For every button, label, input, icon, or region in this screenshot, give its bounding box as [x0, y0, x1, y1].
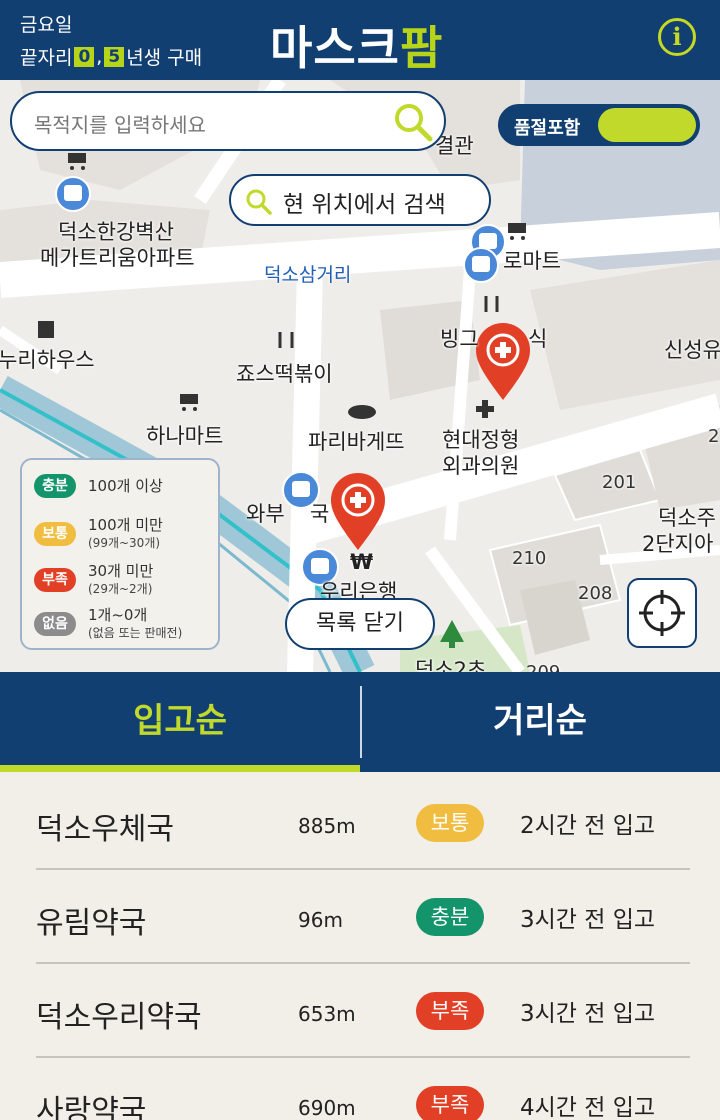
pharmacy-name: 유림약국 [36, 906, 147, 941]
legend-subtext: (99개~30개) [88, 536, 161, 550]
map-label: 210 [512, 548, 547, 569]
list-item[interactable]: 사랑약국 690m 부족 4시간 전 입고 [36, 1058, 690, 1120]
legend-badge: 보통 [34, 522, 76, 546]
stock-legend: 충분 100개 이상 보통 100개 미만 (99개~30개) 부족 30개 미만… [20, 458, 220, 650]
legend-row: 없음 1개~0개 (없음 또는 판매전) [34, 606, 182, 642]
toggle-knob[interactable] [598, 108, 696, 142]
pharmacy-name: 덕소우리약국 [36, 1000, 202, 1035]
digit-badge-a: 0 [74, 46, 95, 67]
current-location-button[interactable] [627, 578, 697, 648]
purchase-rule: 끝자리 0 , 5 년생 구매 [20, 43, 202, 70]
logo-accent: 팜 [399, 21, 444, 75]
status-badge: 부족 [416, 1086, 484, 1120]
status-badge: 부족 [416, 992, 484, 1030]
search-icon[interactable] [392, 101, 434, 143]
digit-badge-b: 5 [104, 46, 125, 67]
map-view[interactable]: 결관 덕소한강벽산 메가트리움아파트 덕소삼거리 로마트 빙그 식 누리하우스 … [0, 80, 720, 672]
map-label: 신성유 [664, 338, 720, 362]
legend-row: 충분 100개 이상 [34, 474, 163, 498]
pharmacy-distance: 96m [298, 908, 343, 932]
map-label: 국 [310, 502, 330, 526]
legend-badge: 부족 [34, 568, 76, 592]
map-label: 2단지아 [642, 532, 714, 556]
map-label: 메가트리움아파트 [40, 246, 195, 270]
pharmacy-list: 덕소우체국 885m 보통 2시간 전 입고 유림약국 96m 충분 3시간 전… [0, 772, 720, 1120]
legend-badge: 충분 [34, 474, 76, 498]
pharmacy-distance: 690m [298, 1096, 356, 1120]
info-icon[interactable]: i [658, 18, 696, 56]
restock-time: 3시간 전 입고 [520, 907, 656, 933]
legend-text: 100개 미만 [88, 516, 163, 534]
app-logo: 마스크팜 [270, 12, 443, 78]
pharmacy-name: 덕소우체국 [36, 812, 174, 847]
map-label: 209 [526, 662, 560, 672]
status-badge: 충분 [416, 898, 484, 936]
map-label: 빙그 [440, 327, 479, 351]
list-item[interactable]: 덕소우리약국 653m 부족 3시간 전 입고 [36, 964, 690, 1058]
legend-text-group: 100개 미만 (99개~30개) [88, 516, 163, 552]
search-here-label: 현 위치에서 검색 [283, 192, 446, 218]
restock-time: 2시간 전 입고 [520, 813, 656, 839]
map-label: 로마트 [503, 249, 561, 273]
map-label: 덕소2초 [415, 658, 487, 672]
list-item[interactable]: 덕소우체국 885m 보통 2시간 전 입고 [36, 776, 690, 870]
bus-stop-icon[interactable] [463, 247, 499, 283]
map-label: 와부 [246, 502, 285, 526]
digit-separator: , [96, 45, 103, 68]
logo-main: 마스크 [270, 21, 400, 75]
legend-badge: 없음 [34, 612, 76, 636]
pharmacy-distance: 653m [298, 1002, 356, 1026]
legend-text: 100개 이상 [88, 477, 163, 495]
include-soldout-toggle[interactable]: 품절포함 [498, 104, 700, 146]
search-placeholder: 목적지를 입력하세요 [34, 113, 206, 137]
legend-text: 30개 미만 [88, 562, 154, 580]
legend-subtext: (없음 또는 판매전) [88, 626, 183, 640]
tab-distance-order[interactable]: 거리순 [360, 672, 720, 772]
toggle-label: 품절포함 [514, 118, 581, 139]
bus-stop-icon[interactable] [55, 176, 91, 212]
rule-prefix: 끝자리 [20, 47, 73, 69]
crosshair-icon [639, 590, 685, 636]
app-header: 금요일 끝자리 0 , 5 년생 구매 마스크팜 i [0, 0, 720, 80]
building-icon [38, 321, 54, 338]
pharmacy-distance: 885m [298, 814, 356, 838]
bakery-icon [348, 405, 376, 419]
legend-row: 부족 30개 미만 (29개~2개) [34, 562, 153, 598]
pharmacy-name: 사랑약국 [36, 1094, 147, 1120]
weekday-label: 금요일 [20, 14, 73, 36]
map-label: 덕소삼거리 [264, 264, 352, 286]
legend-subtext: (29개~2개) [88, 582, 153, 596]
destination-search-input[interactable]: 목적지를 입력하세요 [10, 91, 446, 151]
rule-suffix: 년생 구매 [126, 47, 203, 69]
legend-text: 1개~0개 [88, 606, 148, 624]
map-label: 죠스떡볶이 [236, 362, 333, 386]
map-label: 2 [708, 426, 720, 447]
legend-row: 보통 100개 미만 (99개~30개) [34, 516, 163, 552]
map-label: 외과의원 [442, 454, 520, 478]
map-label: 201 [602, 472, 637, 493]
map-label: 식 [528, 327, 548, 351]
active-tab-indicator [0, 765, 360, 772]
legend-text-group: 1개~0개 (없음 또는 판매전) [88, 606, 182, 642]
map-label: 208 [578, 583, 613, 604]
sort-tabs: 입고순 거리순 [0, 672, 720, 772]
won-icon: ₩ [350, 550, 374, 574]
map-label: 누리하우스 [0, 348, 95, 372]
tab-restock-order[interactable]: 입고순 [0, 672, 360, 772]
close-list-button[interactable]: 목록 닫기 [285, 598, 435, 650]
search-icon [246, 189, 272, 215]
list-item[interactable]: 유림약국 96m 충분 3시간 전 입고 [36, 870, 690, 964]
map-label: 파리바게뜨 [308, 430, 405, 454]
search-here-button[interactable]: 현 위치에서 검색 [229, 174, 491, 226]
map-label: 하나마트 [146, 424, 224, 448]
status-badge: 보통 [416, 804, 484, 842]
legend-text-group: 30개 미만 (29개~2개) [88, 562, 153, 598]
restock-time: 3시간 전 입고 [520, 1001, 656, 1027]
restock-time: 4시간 전 입고 [520, 1095, 656, 1120]
